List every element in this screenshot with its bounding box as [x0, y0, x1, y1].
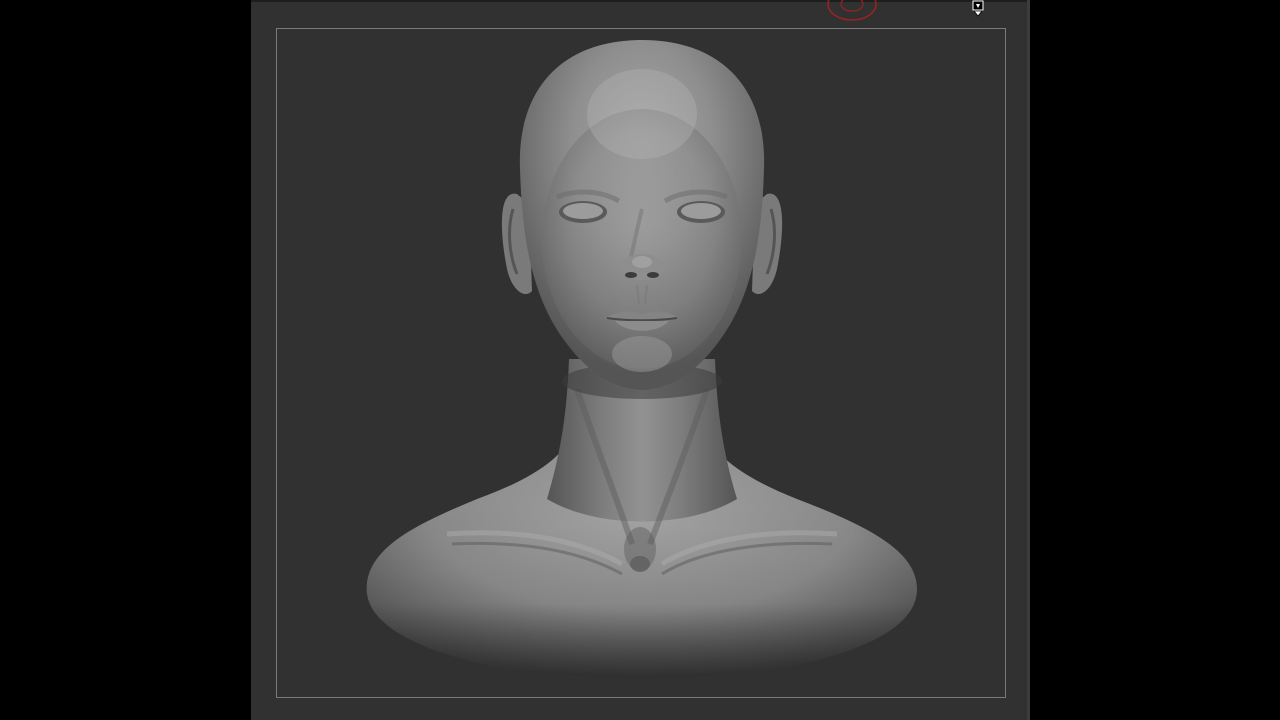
- mouse-pointer-icon: [972, 0, 984, 17]
- letterbox-left: [0, 0, 251, 720]
- letterbox-right: [1030, 0, 1280, 720]
- panel-right-edge: [1027, 0, 1030, 720]
- top-strip: [251, 0, 1028, 2]
- sculpt-viewport[interactable]: [277, 29, 1005, 697]
- brush-cursor-icon: [827, 0, 877, 21]
- app-window: [0, 0, 1280, 720]
